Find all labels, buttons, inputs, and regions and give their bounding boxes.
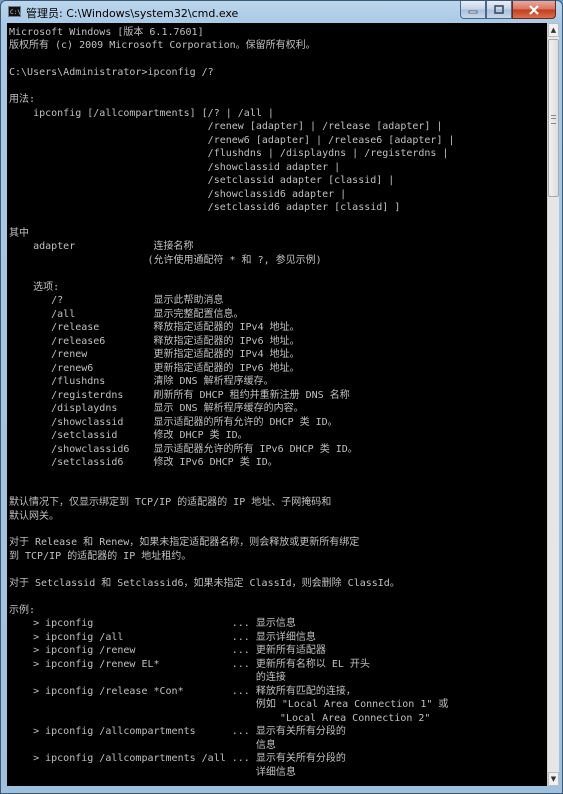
- cmd-window: C:\ 管理员: C:\Windows\system32\cmd.exe Mic…: [0, 0, 563, 794]
- console-line: C:\Users\Administrator>ipconfig /?: [9, 67, 214, 78]
- console-output[interactable]: Microsoft Windows [版本 6.1.7601] 版权所有 (c)…: [7, 23, 547, 786]
- console-line: 用法:: [9, 94, 36, 105]
- console-line: 其中: [9, 228, 29, 239]
- scroll-down-button[interactable]: ▼: [548, 772, 559, 786]
- console-line: 到 TCP/IP 的适配器的 IP 地址租约。: [9, 551, 192, 562]
- console-line: Microsoft Windows [版本 6.1.7601]: [9, 27, 204, 38]
- scrollbar-thumb[interactable]: [548, 39, 559, 197]
- console-line: /showclassid 显示适配器的所有允许的 DHCP 类 ID。: [9, 417, 338, 428]
- console-line: 例如 "Local Area Connection 1" 或: [9, 699, 449, 710]
- vertical-scrollbar[interactable]: ▲ ▼: [547, 23, 559, 786]
- console-line: /setclassid adapter [classid] |: [9, 175, 395, 186]
- console-line: /showclassid adapter |: [9, 162, 341, 173]
- scroll-up-button[interactable]: ▲: [548, 23, 559, 37]
- console-line: /setclassid6 修改 IPv6 DHCP 类 ID。: [9, 457, 278, 468]
- console-line: /renew [adapter] | /release [adapter] |: [9, 121, 443, 132]
- console-line: 默认情况下，仅显示绑定到 TCP/IP 的适配器的 IP 地址、子网掩码和: [9, 497, 332, 508]
- console-line: /renew6 更新指定适配器的 IPv6 地址。: [9, 363, 300, 374]
- grip-icon: [551, 115, 556, 124]
- console-line: 的连接: [9, 672, 286, 683]
- console-line: 对于 Release 和 Renew，如果未指定适配器名称，则会释放或更新所有绑…: [9, 537, 360, 548]
- console-line: "Local Area Connection 2": [9, 713, 431, 724]
- close-icon: [529, 4, 539, 15]
- console-line: 信息: [9, 740, 276, 751]
- console-line: > ipconfig /release *Con* ... 释放所有匹配的连接，: [9, 686, 356, 697]
- console-line: > ipconfig /allcompartments /all ... 显示有…: [9, 753, 346, 764]
- cmd-app-icon[interactable]: C:\: [8, 6, 21, 17]
- console-line: adapter 连接名称: [9, 241, 194, 252]
- maximize-button[interactable]: [486, 1, 512, 19]
- console-line: 选项:: [9, 282, 60, 293]
- console-line: 示例:: [9, 605, 36, 616]
- console-line: > ipconfig /allcompartments ... 显示有关所有分段…: [9, 726, 346, 737]
- caption-buttons: [460, 1, 556, 20]
- console-line: 默认网关。: [9, 511, 59, 522]
- console-line: /setclassid6 adapter [classid] ]: [9, 202, 401, 213]
- minimize-button[interactable]: [460, 1, 486, 19]
- minimize-icon: [468, 10, 478, 13]
- chevron-up-icon: ▲: [550, 26, 557, 34]
- console-line: > ipconfig /renew EL* ... 更新所有名称以 EL 开头: [9, 659, 370, 670]
- window-title: 管理员: C:\Windows\system32\cmd.exe: [26, 7, 239, 20]
- console-line: /? 显示此帮助消息: [9, 295, 224, 306]
- console-line: /flushdns | /displaydns | /registerdns |: [9, 148, 449, 159]
- close-button[interactable]: [512, 1, 556, 19]
- chevron-down-icon: ▼: [550, 775, 557, 783]
- console-line: > ipconfig /renew ... 更新所有适配器: [9, 645, 326, 656]
- console-line: (允许使用通配符 * 和 ?, 参见示例): [9, 255, 322, 266]
- console-line: /setclassid 修改 DHCP 类 ID。: [9, 430, 248, 441]
- console-line: /displaydns 显示 DNS 解析程序缓存的内容。: [9, 403, 304, 414]
- console-line: /release6 释放指定适配器的 IPv6 地址。: [9, 336, 300, 347]
- console-line: /renew6 [adapter] | /release6 [adapter] …: [9, 135, 455, 146]
- console-line: /renew 更新指定适配器的 IPv4 地址。: [9, 349, 300, 360]
- console-line: > ipconfig ... 显示信息: [9, 618, 296, 629]
- console-line: > ipconfig /all ... 显示详细信息: [9, 632, 316, 643]
- maximize-icon: [494, 5, 504, 14]
- console-line: /release 释放指定适配器的 IPv4 地址。: [9, 322, 300, 333]
- console-line: /all 显示完整配置信息。: [9, 309, 244, 320]
- console-line: 对于 Setclassid 和 Setclassid6，如果未指定 ClassI…: [9, 578, 400, 589]
- title-bar[interactable]: C:\ 管理员: C:\Windows\system32\cmd.exe: [1, 1, 562, 23]
- console-line: ipconfig [/allcompartments] [/? | /all |: [9, 108, 274, 119]
- console-line: /flushdns 清除 DNS 解析程序缓存。: [9, 376, 274, 387]
- console-line: /registerdns 刷新所有 DHCP 租约并重新注册 DNS 名称: [9, 390, 350, 401]
- console-line: /showclassid6 显示适配器允许的所有 IPv6 DHCP 类 ID。: [9, 444, 358, 455]
- console-line: /showclassid6 adapter |: [9, 189, 347, 200]
- console-line: 版权所有 (c) 2009 Microsoft Corporation。保留所有…: [9, 40, 316, 51]
- console-line: 详细信息: [9, 767, 296, 778]
